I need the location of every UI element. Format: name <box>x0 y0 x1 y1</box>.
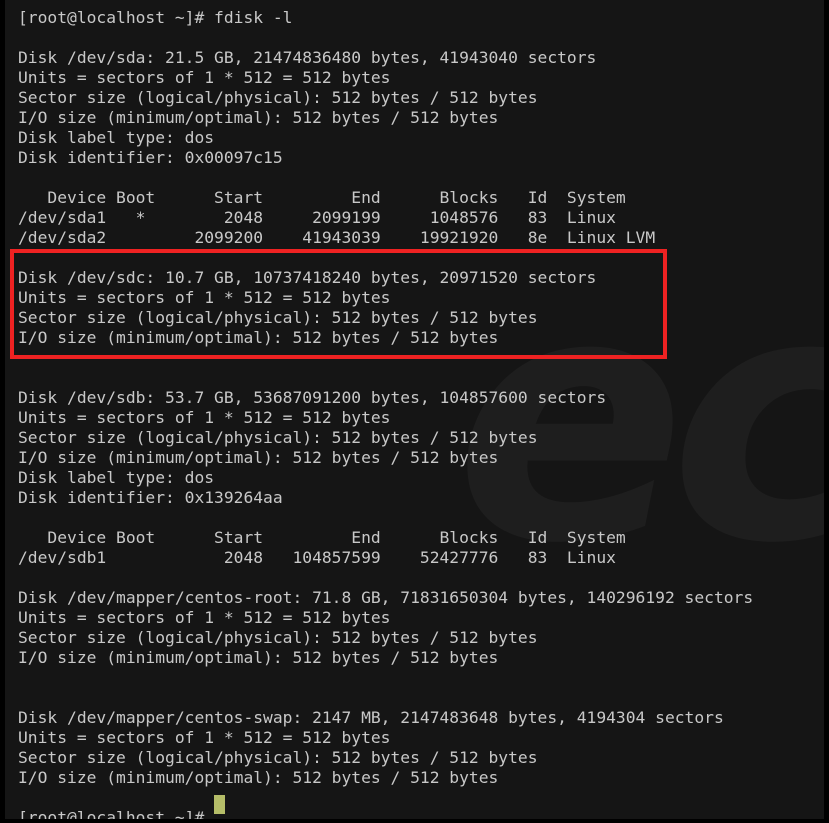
right-edge-bar <box>824 0 829 823</box>
text-cursor <box>214 795 225 814</box>
terminal-window[interactable]: ec [root@localhost ~]# fdisk -l Disk /de… <box>0 0 829 823</box>
terminal-screen[interactable]: [root@localhost ~]# fdisk -l Disk /dev/s… <box>0 0 829 823</box>
fdisk-output-text: [root@localhost ~]# fdisk -l Disk /dev/s… <box>18 8 754 823</box>
left-edge-bar <box>0 0 5 823</box>
bottom-edge-bar <box>0 819 829 823</box>
